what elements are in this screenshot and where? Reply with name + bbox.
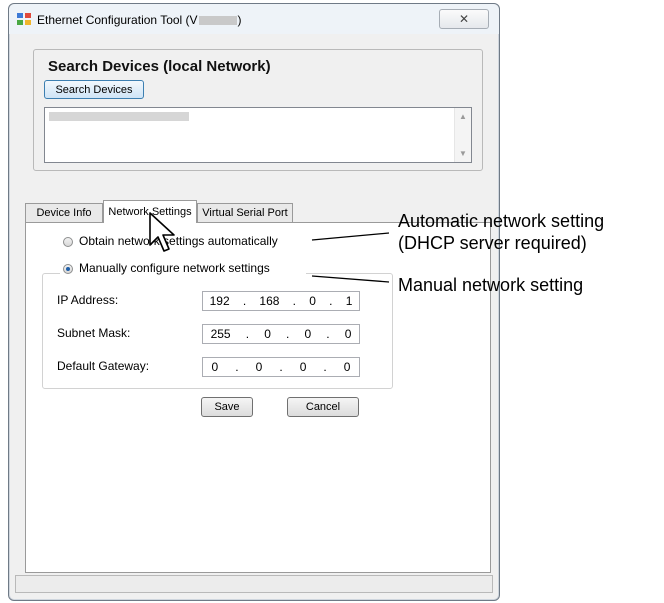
auto-callout-text: Automatic network setting (DHCP server r…: [398, 210, 604, 254]
manual-callout-line: [311, 275, 390, 283]
manual-callout-text: Manual network setting: [398, 275, 584, 295]
auto-callout-line: [311, 232, 390, 241]
auto-callout-line2: (DHCP server required): [398, 233, 587, 253]
callout-lines: [311, 232, 390, 283]
mouse-pointer-icon: [149, 212, 175, 252]
auto-callout-line1: Automatic network setting: [398, 211, 605, 231]
